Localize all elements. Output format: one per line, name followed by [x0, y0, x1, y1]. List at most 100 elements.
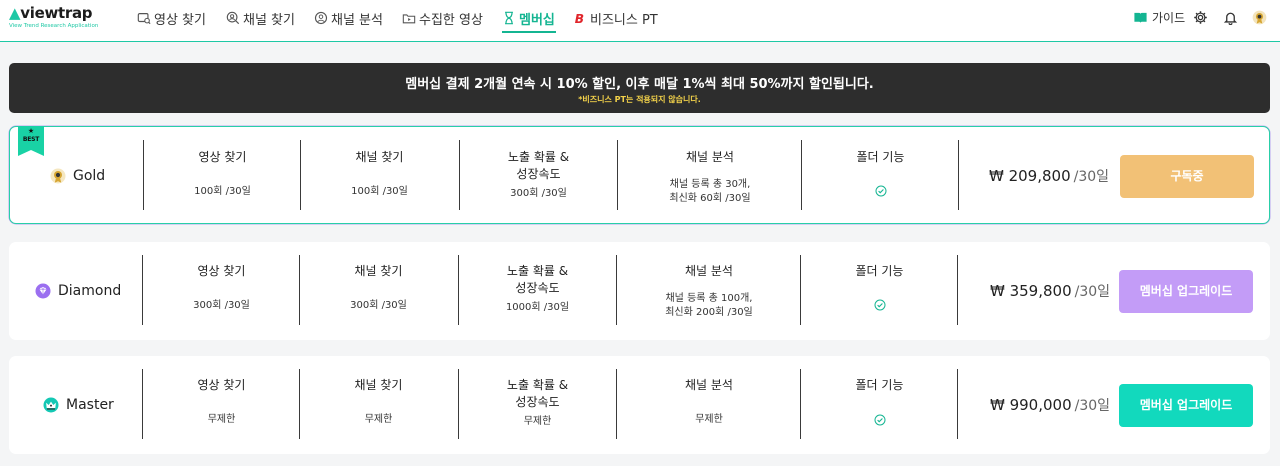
- feature-folder: 폴더 기능: [802, 242, 957, 340]
- nav-label: 채널 분석: [331, 12, 383, 28]
- price-amount: ₩ 990,000: [990, 396, 1072, 414]
- upgrade-button[interactable]: 멤버십 업그레이드: [1119, 384, 1253, 427]
- column-divider: [300, 140, 301, 210]
- column-divider: [143, 140, 144, 210]
- nav-label: 멤버십: [519, 12, 555, 28]
- discount-notice-banner: 멤버십 결제 2개월 연속 시 10% 할인, 이후 매달 1%씩 최대 50%…: [9, 63, 1270, 113]
- diamond-tier-icon: [35, 283, 51, 299]
- plan-price: ₩ 209,800 /30일: [989, 127, 1109, 225]
- feature-value-line2: 최신화 200회 /30일: [665, 307, 753, 318]
- feature-title: 폴더 기능: [856, 150, 905, 164]
- feature-exposure-growth: 노출 확률 & 성장속도 무제한: [460, 356, 615, 454]
- feature-exposure-growth: 노출 확률 & 성장속도 300회 /30일: [461, 127, 616, 225]
- feature-title: 채널 분석: [686, 150, 734, 164]
- nav-channel-search[interactable]: 채널 찾기: [226, 8, 295, 28]
- nav-channel-analysis[interactable]: 채널 분석: [314, 8, 383, 28]
- feature-title: 채널 분석: [685, 264, 733, 278]
- column-divider: [801, 140, 802, 210]
- column-divider: [800, 255, 801, 325]
- column-divider: [142, 255, 143, 325]
- feature-value: 무제한: [523, 416, 552, 427]
- subscribed-button[interactable]: 구독중: [1120, 155, 1254, 198]
- guide-link[interactable]: 가이드: [1133, 8, 1185, 26]
- feature-channel-search: 채널 찾기 100회 /30일: [302, 127, 457, 225]
- column-divider: [299, 255, 300, 325]
- column-divider: [616, 255, 617, 325]
- feature-title-line2: 성장속도: [515, 395, 560, 409]
- feature-value: 300회 /30일: [510, 188, 567, 199]
- nav-business-pt[interactable]: B 비즈니스 PT: [573, 8, 658, 28]
- price-amount: ₩ 209,800: [989, 167, 1071, 185]
- check-circle-icon: [875, 185, 886, 197]
- guide-label: 가이드: [1152, 10, 1186, 25]
- price-period: /30일: [1074, 284, 1111, 300]
- notifications-button[interactable]: [1223, 8, 1238, 26]
- nav-membership[interactable]: 멤버십: [502, 8, 555, 28]
- plan-price: ₩ 359,800 /30일: [990, 242, 1110, 340]
- feature-channel-analysis: 채널 분석 채널 등록 총 30개, 최신화 60회 /30일: [619, 127, 801, 225]
- guide-book-icon: [1134, 12, 1147, 23]
- logo-tagline: View Trend Research Application: [9, 23, 99, 29]
- nav-label: 비즈니스 PT: [590, 12, 658, 28]
- upgrade-button[interactable]: 멤버십 업그레이드: [1119, 270, 1253, 313]
- master-tier-icon: [43, 397, 59, 413]
- feature-value: 무제한: [364, 414, 393, 425]
- feature-value-line2: 최신화 60회 /30일: [669, 193, 751, 204]
- star-icon: ★: [27, 127, 35, 135]
- feature-video-search: 영상 찾기 100회 /30일: [145, 127, 300, 225]
- nav-label: 채널 찾기: [243, 12, 295, 28]
- feature-value: 100회 /30일: [351, 186, 408, 197]
- plan-tier: Diamond: [35, 242, 121, 340]
- notice-main-text: 멤버십 결제 2개월 연속 시 10% 할인, 이후 매달 1%씩 최대 50%…: [405, 77, 874, 92]
- nav-label: 수집한 영상: [419, 12, 483, 28]
- plan-name: Gold: [73, 168, 106, 184]
- feature-title: 영상 찾기: [198, 150, 247, 164]
- top-navigation-bar: ▲viewtrap View Trend Research Applicatio…: [0, 0, 1280, 42]
- price-amount: ₩ 359,800: [990, 282, 1072, 300]
- gear-icon: [1194, 10, 1207, 24]
- feature-value-line1: 채널 등록 총 30개,: [669, 179, 751, 190]
- feature-title: 채널 찾기: [355, 150, 404, 164]
- feature-video-search: 영상 찾기 300회 /30일: [144, 242, 299, 340]
- plan-card-gold: ★ BEST Gold 영상 찾기 100회 /30일 채널 찾기 100회 /…: [9, 126, 1270, 224]
- column-divider: [617, 140, 618, 210]
- feature-title: 영상 찾기: [197, 378, 246, 392]
- business-b-icon: B: [575, 12, 584, 25]
- settings-button[interactable]: [1193, 8, 1208, 26]
- plan-tier: Master: [43, 356, 114, 454]
- price-period: /30일: [1073, 169, 1110, 185]
- column-divider: [957, 369, 958, 439]
- channel-search-icon: [226, 11, 240, 25]
- nav-video-search[interactable]: 영상 찾기: [137, 8, 206, 28]
- feature-title: 채널 분석: [685, 378, 733, 392]
- column-divider: [800, 369, 801, 439]
- column-divider: [459, 140, 460, 210]
- feature-channel-search: 채널 찾기 무제한: [301, 356, 456, 454]
- feature-value: 100회 /30일: [194, 186, 251, 197]
- plan-price: ₩ 990,000 /30일: [990, 356, 1110, 454]
- bell-icon: [1223, 12, 1238, 25]
- feature-channel-analysis: 채널 분석 채널 등록 총 100개, 최신화 200회 /30일: [618, 242, 800, 340]
- notice-sub-text: *비즈니스 PT는 적용되지 않습니다.: [578, 95, 701, 104]
- plan-name: Master: [66, 397, 114, 413]
- channel-analysis-icon: [314, 11, 328, 25]
- feature-value: 300회 /30일: [193, 300, 250, 311]
- price-period: /30일: [1074, 398, 1111, 414]
- nav-collected-videos[interactable]: 수집한 영상: [402, 8, 483, 28]
- feature-title-line1: 노출 확률 &: [507, 150, 570, 164]
- check-circle-icon: [874, 299, 885, 311]
- best-badge: ★ BEST: [18, 126, 44, 156]
- feature-title-line2: 성장속도: [516, 167, 561, 181]
- feature-channel-analysis: 채널 분석 무제한: [618, 356, 800, 454]
- viewtrap-logo[interactable]: ▲viewtrap View Trend Research Applicatio…: [9, 4, 98, 36]
- user-avatar[interactable]: [1252, 8, 1267, 26]
- best-badge-label: BEST: [22, 136, 40, 143]
- feature-value: 무제한: [207, 414, 236, 425]
- membership-hourglass-icon: [505, 11, 513, 25]
- gold-tier-avatar: [1252, 10, 1267, 24]
- nav-label: 영상 찾기: [154, 12, 206, 28]
- column-divider: [299, 369, 300, 439]
- svg-text:B: B: [575, 12, 584, 25]
- gold-tier-icon: [50, 168, 66, 184]
- plan-name: Diamond: [58, 283, 122, 299]
